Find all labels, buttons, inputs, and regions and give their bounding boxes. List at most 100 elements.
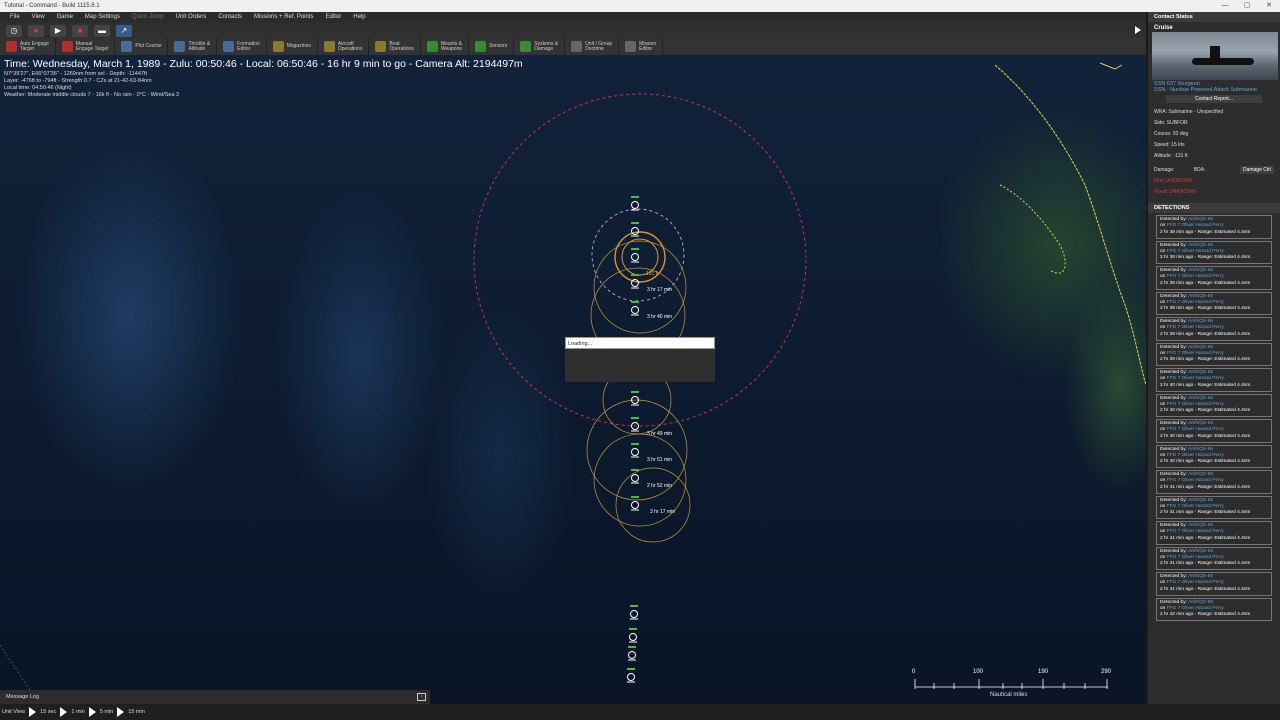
toolbar-button-3[interactable]: Throttle & Altitude [168,38,218,55]
detection-platform-link[interactable]: FFG 7 Oliver Hazard Perry [1167,223,1224,228]
detection-item[interactable]: Detected by: AN/SQS-56 on FFG 7 Oliver Ha… [1156,368,1272,392]
ship-icon[interactable] [631,301,639,316]
detection-item[interactable]: Detected by: AN/SQS-56 on FFG 7 Oliver Ha… [1156,470,1272,494]
detection-sensor-link[interactable]: AN/SQS-56 [1188,370,1213,375]
detection-item[interactable]: Detected by: AN/SQS-56 on FFG 7 Oliver Ha… [1156,342,1272,366]
detection-platform-link[interactable]: FFG 7 Oliver Hazard Perry [1167,555,1224,560]
minimize-button[interactable]: — [1214,0,1236,12]
ship-icon[interactable] [631,391,639,406]
detection-item[interactable]: Detected by: AN/SQS-56 on FFG 7 Oliver Ha… [1156,572,1272,596]
toolbar-button-9[interactable]: Sensors [469,38,515,55]
ship-icon[interactable] [629,628,637,643]
detection-platform-link[interactable]: FFG 7 Oliver Hazard Perry [1167,249,1224,254]
detection-sensor-link[interactable]: AN/SQS-56 [1188,447,1213,452]
play-icon[interactable] [88,707,96,717]
toolbar-button-10[interactable]: Systems & Damage [514,38,566,55]
speed-15min[interactable]: 15 min [128,709,145,715]
speed-5min[interactable]: 5 min [100,709,113,715]
speed-15sec[interactable]: 15 sec [40,709,56,715]
toolbar-button-12[interactable]: Mission Editor [619,38,664,55]
menu-editor[interactable]: Editor [320,12,348,23]
menu-help[interactable]: Help [347,12,371,23]
detection-sensor-link[interactable]: AN/SQS-56 [1188,294,1213,299]
detection-item[interactable]: Detected by: AN/SQS-56 on FFG 7 Oliver Ha… [1156,393,1272,417]
ship-icon[interactable] [631,248,639,263]
ship-icon[interactable] [628,646,636,661]
detection-sensor-link[interactable]: AN/SQS-56 [1188,217,1213,222]
detection-item[interactable]: Detected by: AN/SQS-56 on FFG 7 Oliver Ha… [1156,495,1272,519]
detection-platform-link[interactable]: FFG 7 Oliver Hazard Perry [1167,351,1224,356]
menu-unit-orders[interactable]: Unit Orders [170,12,213,23]
detection-sensor-link[interactable]: AN/SQS-56 [1188,319,1213,324]
play-icon[interactable] [29,707,37,717]
detection-platform-link[interactable]: FFG 7 Oliver Hazard Perry [1167,376,1224,381]
ship-icon[interactable] [631,443,639,458]
detection-platform-link[interactable]: FFG 7 Oliver Hazard Perry [1167,478,1224,483]
message-log-bar[interactable]: Message Log ↑ [0,690,430,704]
stop-icon[interactable]: ■ [72,24,88,37]
detection-platform-link[interactable]: FFG 7 Oliver Hazard Perry [1167,504,1224,509]
detection-sensor-link[interactable]: AN/SQS-56 [1188,421,1213,426]
detection-item[interactable]: Detected by: AN/SQS-56 on FFG 7 Oliver Ha… [1156,215,1272,239]
toolbar-button-8[interactable]: Mounts & Weapons [421,38,469,55]
speed-1min[interactable]: 1 min [71,709,84,715]
detection-item[interactable]: Detected by: AN/SQS-56 on FFG 7 Oliver Ha… [1156,444,1272,468]
toolbar-button-6[interactable]: Aircraft Operations [318,38,370,55]
detection-platform-link[interactable]: FFG 7 Oliver Hazard Perry [1167,580,1224,585]
detection-sensor-link[interactable]: AN/SQS-56 [1188,523,1213,528]
detection-item[interactable]: Detected by: AN/SQS-56 on FFG 7 Oliver Ha… [1156,240,1272,264]
detection-platform-link[interactable]: FFG 7 Oliver Hazard Perry [1167,402,1224,407]
contact-class-link[interactable]: SSN 637 Sturgeon [1148,80,1280,87]
toolbar-button-11[interactable]: Unit / Group Doctrine [565,38,620,55]
detection-sensor-link[interactable]: AN/SQS-56 [1188,243,1213,248]
menu-contacts[interactable]: Contacts [212,12,248,23]
menu-view[interactable]: View [26,12,51,23]
camera-icon[interactable]: ▬ [94,24,110,37]
menu-missions[interactable]: Missions + Ref. Points [248,12,320,23]
pin-icon[interactable]: ↗ [116,24,132,37]
expand-icon[interactable]: ↑ [417,693,426,701]
detection-sensor-link[interactable]: AN/SQS-56 [1188,600,1213,605]
toolbar-button-0[interactable]: Auto Engage Target [0,38,56,55]
maximize-button[interactable]: ▢ [1236,0,1258,12]
ship-icon[interactable] [630,605,638,620]
play-icon[interactable] [60,707,68,717]
detection-item[interactable]: Detected by: AN/SQS-56 on FFG 7 Oliver Ha… [1156,419,1272,443]
toolbar-button-5[interactable]: Magazines [267,38,318,55]
contact-report-button[interactable]: Contact Report... [1166,95,1262,103]
detection-platform-link[interactable]: FFG 7 Oliver Hazard Perry [1167,325,1224,330]
detection-platform-link[interactable]: FFG 7 Oliver Hazard Perry [1167,427,1224,432]
menu-map-settings[interactable]: Map Settings [79,12,126,23]
detection-platform-link[interactable]: FFG 7 Oliver Hazard Perry [1167,529,1224,534]
damage-control-button[interactable]: Damage Ctrl [1240,166,1274,174]
detection-platform-link[interactable]: FFG 7 Oliver Hazard Perry [1167,606,1224,611]
detection-platform-link[interactable]: FFG 7 Oliver Hazard Perry [1167,300,1224,305]
detection-sensor-link[interactable]: AN/SQS-56 [1188,498,1213,503]
detection-sensor-link[interactable]: AN/SQS-56 [1188,472,1213,477]
play-icon[interactable] [117,707,125,717]
ship-icon[interactable] [631,196,639,211]
close-button[interactable]: ✕ [1258,0,1280,12]
toolbar-button-4[interactable]: Formation Editor [217,38,267,55]
detection-platform-link[interactable]: FFG 7 Oliver Hazard Perry [1167,453,1224,458]
detection-platform-link[interactable]: FFG 7 Oliver Hazard Perry [1167,274,1224,279]
toolbar-button-2[interactable]: Plot Course [115,38,169,55]
detection-sensor-link[interactable]: AN/SQS-56 [1188,574,1213,579]
play-icon[interactable]: ▶ [50,24,66,37]
menu-quick-jump[interactable]: Quick Jump [126,12,170,23]
ship-icon[interactable] [627,668,635,683]
map-view[interactable]: Time: Wednesday, March 1, 1989 - Zulu: 0… [0,55,1146,698]
detection-sensor-link[interactable]: AN/SQS-56 [1188,345,1213,350]
toolbar-button-7[interactable]: Boat Operations [369,38,421,55]
detection-sensor-link[interactable]: AN/SQS-56 [1188,396,1213,401]
detection-item[interactable]: Detected by: AN/SQS-56 on FFG 7 Oliver Ha… [1156,546,1272,570]
detection-sensor-link[interactable]: AN/SQS-56 [1188,549,1213,554]
ship-icon[interactable] [631,496,639,511]
clock-icon[interactable]: ◷ [6,24,22,37]
detection-sensor-link[interactable]: AN/SQS-56 [1188,268,1213,273]
menu-game[interactable]: Game [51,12,79,23]
ship-icon[interactable] [631,417,639,432]
toolbar-button-1[interactable]: Manual Engage Target [56,38,116,55]
detection-item[interactable]: Detected by: AN/SQS-56 on FFG 7 Oliver Ha… [1156,291,1272,315]
detection-item[interactable]: Detected by: AN/SQS-56 on FFG 7 Oliver Ha… [1156,266,1272,290]
